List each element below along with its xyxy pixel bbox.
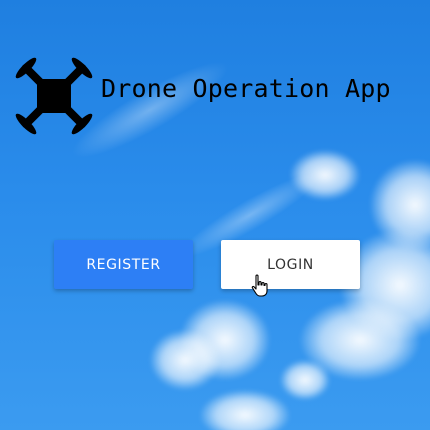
drone-icon [6,48,102,144]
register-button[interactable]: REGISTER [54,240,193,289]
app-title: Drone Operation App [101,74,391,103]
hand-pointer-icon [250,274,272,298]
login-button[interactable]: LOGIN [221,240,360,289]
